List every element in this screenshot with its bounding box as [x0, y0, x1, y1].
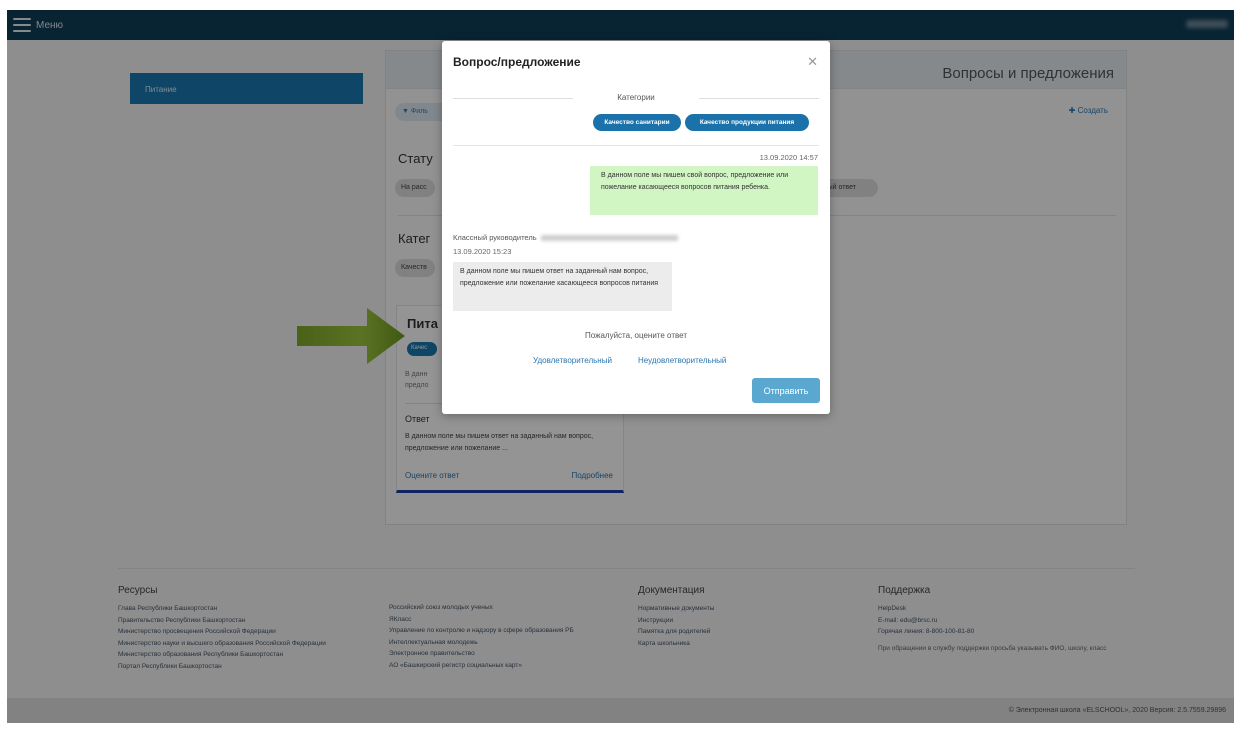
categories-label: Категории	[442, 93, 830, 102]
close-icon[interactable]: ✕	[807, 55, 818, 68]
dialog-divider	[453, 145, 819, 146]
rate-prompt: Пожалуйста, оцените ответ	[585, 331, 687, 340]
outgoing-message: В данном поле мы пишем свой вопрос, пред…	[590, 166, 818, 215]
incoming-message-author: Классный руководитель	[453, 233, 678, 242]
incoming-message: В данном поле мы пишем ответ на заданный…	[453, 262, 672, 311]
outgoing-message-date: 13.09.2020 14:57	[759, 153, 818, 162]
incoming-message-date: 13.09.2020 15:23	[453, 247, 512, 256]
author-name-blurred	[540, 235, 678, 242]
question-dialog: Вопрос/предложение ✕ Категории Качество …	[442, 41, 830, 414]
rate-satisfactory-link[interactable]: Удовлетворительный	[533, 356, 612, 365]
category-chip-sanitation: Качество санитарии	[593, 114, 681, 131]
send-button[interactable]: Отправить	[752, 378, 820, 403]
category-chip-food-quality: Качество продукции питания	[685, 114, 809, 131]
app-window: Меню Питание Вопросы и предложения ▼ Фил…	[7, 10, 1234, 723]
categories-label-text: Категории	[610, 93, 662, 102]
author-role: Классный руководитель	[453, 233, 537, 242]
rate-unsatisfactory-link[interactable]: Неудовлетворительный	[638, 356, 726, 365]
dialog-title: Вопрос/предложение	[453, 55, 581, 69]
